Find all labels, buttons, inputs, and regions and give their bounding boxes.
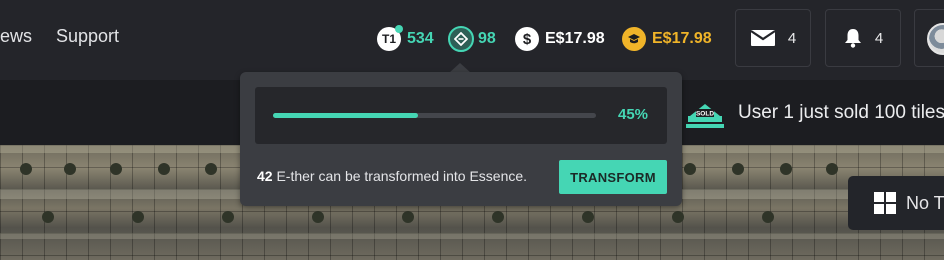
map-tree [780,163,792,175]
map-tree [64,163,76,175]
map-tree-row [0,211,944,225]
map-tree [132,211,144,223]
map-road-band [0,233,944,239]
map-tree [402,211,414,223]
map-tree [684,163,696,175]
tier-badge-dot [395,25,403,33]
notifications-button[interactable]: 4 [825,9,901,67]
tier-badge-icon: T1 [377,25,403,51]
grid-icon [874,192,896,214]
map-tree [222,211,234,223]
essence-progress-bar [273,113,596,118]
map-tree [42,211,54,223]
gold-value: E$17.98 [652,30,712,47]
messages-count: 4 [787,29,797,47]
top-navigation-bar: ews Support T1 534 98 $ E$17.98 E$17.98 … [0,0,944,80]
transform-text: E-ther can be transformed into Essence. [272,168,528,184]
map-tree [205,163,217,175]
notifications-count: 4 [874,29,884,47]
messages-button[interactable]: 4 [735,9,811,67]
map-tree [158,163,170,175]
mail-icon [750,30,776,46]
tier-value: 534 [407,30,434,47]
map-tree [110,163,122,175]
sold-icon: SOLD [686,104,724,128]
transform-button[interactable]: TRANSFORM [559,160,667,194]
essence-icon [448,26,474,52]
transform-description: 42 E-ther can be transformed into Essenc… [257,168,527,184]
tier-stat[interactable]: T1 534 [377,25,434,53]
progress-percent: 45% [618,106,649,123]
avatar [927,23,944,55]
tiles-filter-label: No T [906,192,944,213]
map-tree [672,211,684,223]
map-tree [492,211,504,223]
map-tree [826,163,838,175]
map-tree [582,211,594,223]
tiles-filter-button[interactable]: No T [848,176,944,230]
map-tree [312,211,324,223]
gold-coin-icon [622,27,646,51]
essence-stat[interactable]: 98 [448,25,496,53]
transform-count: 42 [257,168,273,184]
bell-icon [844,29,861,48]
essence-progress-fill [273,113,419,118]
essence-value: 98 [478,30,496,47]
ether-stat[interactable]: $ E$17.98 [515,25,605,53]
tier-badge-text: T1 [381,32,396,46]
ether-value: E$17.98 [545,30,605,47]
map-tree [762,211,774,223]
map-tree [732,163,744,175]
gold-stat[interactable]: E$17.98 [622,25,712,53]
map-tree [20,163,32,175]
sold-logo-text: SOLD [696,111,714,118]
profile-menu-button[interactable] [914,9,944,67]
dollar-coin-icon: $ [515,27,539,51]
activity-ticker-text: User 1 just sold 100 tiles [738,102,944,123]
nav-link-news[interactable]: ews [0,26,32,47]
nav-link-support[interactable]: Support [56,26,119,47]
